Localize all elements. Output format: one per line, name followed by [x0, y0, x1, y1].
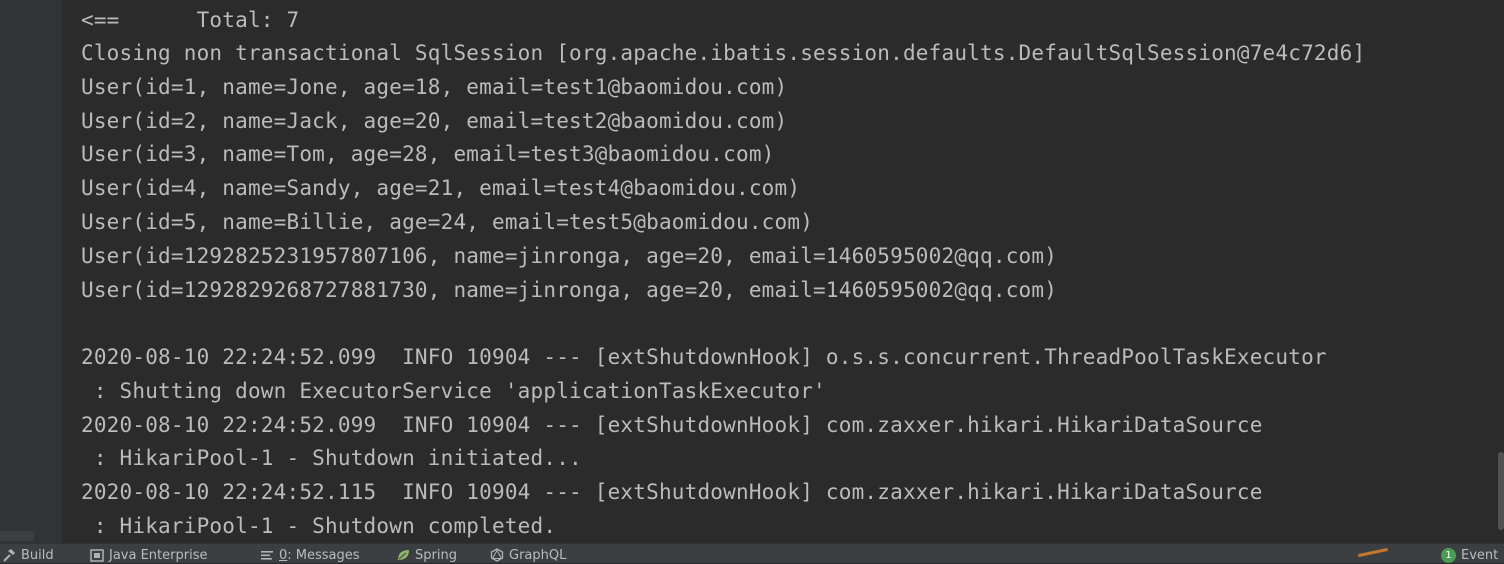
console-line: : Shutting down ExecutorService 'applica…: [81, 379, 826, 403]
console-line: 2020-08-10 22:24:52.099 INFO 10904 --- […: [81, 345, 1327, 369]
console-line: User(id=1292825231957807106, name=jinron…: [81, 244, 1058, 268]
run-console[interactable]: <== Total: 7 Closing non transactional S…: [62, 0, 1498, 543]
java-enterprise-tool-button[interactable]: Java Enterprise: [90, 546, 207, 564]
event-log-button[interactable]: 1 Event: [1441, 546, 1498, 564]
console-line: : HikariPool-1 - Shutdown completed.: [81, 514, 557, 538]
messages-icon: [261, 551, 273, 560]
java-enterprise-icon: [90, 549, 104, 562]
console-line: User(id=1, name=Jone, age=18, email=test…: [81, 75, 788, 99]
build-label: Build: [21, 547, 54, 563]
console-line: : HikariPool-1 - Shutdown initiated...: [81, 446, 582, 470]
vertical-scrollbar[interactable]: [1498, 452, 1504, 530]
java-enterprise-label: Java Enterprise: [109, 547, 208, 563]
event-count-badge: 1: [1441, 547, 1456, 563]
gutter-scroll-mark: [0, 531, 34, 541]
console-line: 2020-08-10 22:24:52.099 INFO 10904 --- […: [81, 413, 1263, 437]
spring-leaf-icon: [398, 550, 409, 560]
build-tool-button[interactable]: Build: [2, 546, 54, 564]
graphql-label: GraphQL: [509, 547, 567, 563]
console-line: 2020-08-10 22:24:52.115 INFO 10904 --- […: [81, 480, 1263, 504]
console-line: User(id=5, name=Billie, age=24, email=te…: [81, 210, 814, 234]
spring-label: Spring: [415, 547, 457, 563]
event-log-label: Event: [1461, 547, 1499, 563]
messages-tool-button[interactable]: 0 : Messages: [260, 546, 360, 564]
console-line: User(id=4, name=Sandy, age=21, email=tes…: [81, 176, 801, 200]
messages-number: 0: [279, 547, 288, 563]
spring-tool-button[interactable]: Spring: [396, 546, 457, 564]
console-line: User(id=3, name=Tom, age=28, email=test3…: [81, 142, 775, 166]
graphql-tool-button[interactable]: GraphQL: [490, 546, 566, 564]
tool-window-bar: Build Java Enterprise 0 : Messages Sprin…: [0, 543, 1504, 563]
console-gutter: [0, 0, 62, 543]
console-line: <== Total: 7: [81, 8, 300, 32]
console-line: User(id=2, name=Jack, age=20, email=test…: [81, 109, 788, 133]
messages-label: : Messages: [287, 547, 360, 563]
console-line: Closing non transactional SqlSession [or…: [81, 41, 1366, 65]
hammer-icon: [3, 549, 15, 562]
console-line: User(id=1292829268727881730, name=jinron…: [81, 278, 1058, 302]
graphql-icon: [490, 548, 504, 562]
